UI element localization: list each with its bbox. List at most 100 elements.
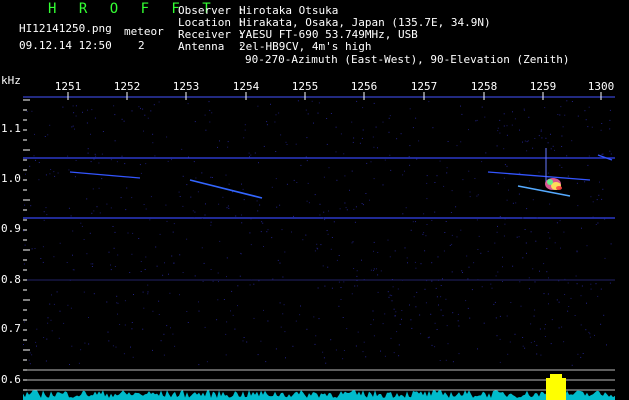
y-axis-unit: kHz: [1, 74, 21, 87]
noise-speck: [342, 317, 344, 318]
noise-speck: [589, 336, 591, 338]
noise-speck: [225, 354, 227, 356]
noise-speck: [323, 211, 325, 213]
noise-speck: [415, 221, 416, 223]
noise-speck: [194, 275, 196, 277]
noise-speck: [353, 268, 355, 269]
noise-speck: [363, 341, 365, 343]
noise-speck: [399, 323, 401, 325]
noise-speck: [372, 136, 374, 138]
noise-speck: [131, 110, 133, 112]
noise-speck: [384, 355, 386, 357]
noise-speck: [534, 309, 536, 311]
noise-speck: [415, 306, 417, 308]
noise-speck: [499, 132, 501, 134]
noise-speck: [306, 137, 308, 139]
noise-speck: [438, 279, 440, 281]
noise-speck: [574, 315, 576, 316]
noise-speck: [230, 310, 231, 312]
noise-speck: [380, 350, 381, 352]
noise-speck: [532, 199, 534, 201]
noise-speck: [377, 252, 379, 253]
noise-speck: [388, 296, 390, 298]
noise-speck: [411, 327, 413, 329]
noise-speck: [121, 155, 123, 157]
noise-speck: [490, 283, 492, 285]
noise-speck: [182, 205, 184, 207]
noise-speck: [355, 206, 357, 208]
noise-speck: [74, 128, 75, 130]
noise-speck: [507, 353, 509, 355]
noise-speck: [506, 315, 508, 317]
noise-speck: [165, 204, 167, 206]
noise-speck: [567, 175, 569, 177]
noise-speck: [123, 353, 125, 355]
noise-speck: [86, 253, 88, 255]
noise-speck: [24, 244, 26, 246]
noise-speck: [42, 246, 44, 248]
noise-speck: [75, 105, 77, 107]
noise-speck: [234, 328, 236, 330]
noise-speck: [563, 341, 565, 343]
noise-speck: [156, 265, 158, 267]
noise-speck: [266, 231, 268, 233]
noise-speck: [80, 349, 82, 351]
noise-speck: [564, 114, 566, 116]
noise-speck: [90, 161, 92, 163]
noise-speck: [602, 153, 604, 155]
noise-speck: [377, 147, 378, 149]
noise-speck: [387, 239, 389, 241]
noise-speck: [261, 221, 263, 223]
noise-speck: [59, 310, 61, 312]
noise-speck: [279, 302, 281, 304]
noise-speck: [211, 112, 213, 114]
noise-speck: [84, 342, 86, 344]
noise-speck: [328, 210, 329, 212]
noise-speck: [203, 262, 205, 264]
noise-speck: [81, 225, 83, 227]
noise-speck: [528, 277, 530, 279]
noise-speck: [108, 340, 110, 342]
noise-speck: [427, 337, 429, 339]
noise-speck: [494, 301, 496, 303]
noise-speck: [424, 250, 426, 252]
noise-speck: [186, 184, 188, 186]
noise-speck: [346, 209, 348, 211]
noise-speck: [322, 351, 324, 353]
noise-speck: [413, 296, 415, 298]
noise-speck: [242, 340, 244, 342]
noise-speck: [380, 270, 382, 272]
noise-speck: [154, 155, 156, 157]
noise-speck: [389, 256, 391, 258]
noise-speck: [258, 162, 259, 164]
noise-speck: [469, 191, 471, 193]
noise-speck: [324, 219, 326, 221]
noise-speck: [561, 326, 563, 328]
noise-speck: [93, 158, 95, 160]
noise-speck: [476, 219, 478, 221]
noise-speck: [140, 271, 142, 272]
noise-speck: [322, 265, 324, 267]
noise-speck: [113, 247, 115, 249]
noise-speck: [93, 293, 95, 295]
noise-speck: [129, 272, 131, 273]
noise-speck: [211, 177, 213, 178]
noise-speck: [506, 134, 508, 136]
noise-speck: [306, 160, 308, 162]
noise-speck: [152, 142, 154, 144]
noise-speck: [550, 148, 552, 150]
x-tick-label: 1252: [113, 80, 141, 93]
noise-speck: [585, 119, 587, 121]
noise-speck: [193, 217, 195, 218]
noise-speck: [473, 262, 475, 264]
noise-speck: [449, 244, 451, 246]
noise-speck: [458, 353, 460, 355]
noise-speck: [59, 242, 61, 244]
noise-speck: [91, 212, 93, 214]
noise-speck: [171, 255, 173, 257]
noise-speck: [440, 285, 442, 286]
noise-speck: [558, 301, 560, 303]
noise-speck: [446, 172, 448, 174]
noise-speck: [522, 337, 524, 338]
noise-speck: [451, 234, 453, 236]
